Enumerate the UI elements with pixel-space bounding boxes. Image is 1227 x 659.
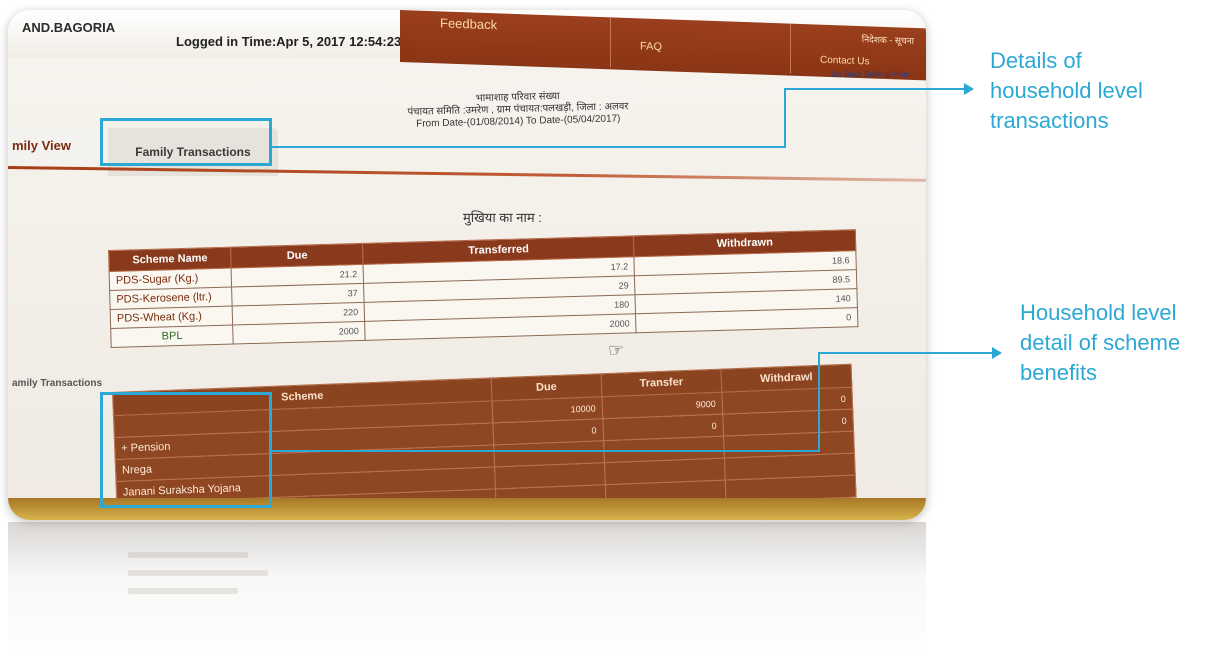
callout-top-text: Details of household level transactions xyxy=(990,46,1143,136)
hand-pointer-icon: ☞ xyxy=(608,340,625,360)
go-back-link[interactable]: Go Back Back to Hom xyxy=(831,70,910,79)
photo-reflection xyxy=(8,522,926,659)
menu-divider xyxy=(790,23,791,74)
menu-divider xyxy=(610,17,611,68)
menu-feedback[interactable]: Feedback xyxy=(440,15,497,32)
login-time: Logged in Time:Apr 5, 2017 12:54:23 PM xyxy=(176,34,425,49)
callout-line-top xyxy=(784,88,966,90)
due-value: 2000 xyxy=(233,321,366,345)
pds-table: Scheme Name Due Transferred Withdrawn PD… xyxy=(108,229,858,348)
tab-family-view[interactable]: mily View xyxy=(8,128,112,164)
user-name: निदेशक - सूचना xyxy=(861,34,914,46)
callout-top-line: Details of xyxy=(990,48,1082,73)
arrow-right-icon xyxy=(992,347,1002,359)
reflection-stroke xyxy=(128,552,248,558)
arrow-right-icon xyxy=(964,83,974,95)
callout-top-line: household level xyxy=(990,78,1143,103)
reflection-stroke xyxy=(128,570,268,576)
page-title: भामाशाह परिवार संख्या पंचायत समिति :उमरे… xyxy=(368,88,669,132)
highlight-scheme-list xyxy=(100,392,272,508)
scheme-name: BPL xyxy=(110,325,234,348)
callout-line-bottom xyxy=(818,352,994,354)
callout-line-top xyxy=(272,146,784,148)
callout-line-top xyxy=(784,88,786,148)
callout-bottom-line: Household level xyxy=(1020,300,1177,325)
callout-line-bottom xyxy=(272,450,818,452)
callout-bottom-line: detail of scheme xyxy=(1020,330,1181,355)
menu-faq[interactable]: FAQ xyxy=(640,40,662,53)
family-transactions-label: amily Transactions xyxy=(12,378,103,389)
reflection-stroke xyxy=(128,588,238,594)
menu-contact-us[interactable]: Contact Us xyxy=(820,55,869,68)
highlight-transactions-tab xyxy=(100,118,272,166)
callout-top-line: transactions xyxy=(990,108,1109,133)
callout-bottom-line: benefits xyxy=(1020,360,1098,385)
callout-bottom-text: Household level detail of scheme benefit… xyxy=(1020,298,1180,388)
callout-line-bottom xyxy=(818,352,820,452)
brand-name: AND.BAGORIA xyxy=(22,20,116,35)
head-of-family-label: मुखिया का नाम : xyxy=(463,210,542,225)
